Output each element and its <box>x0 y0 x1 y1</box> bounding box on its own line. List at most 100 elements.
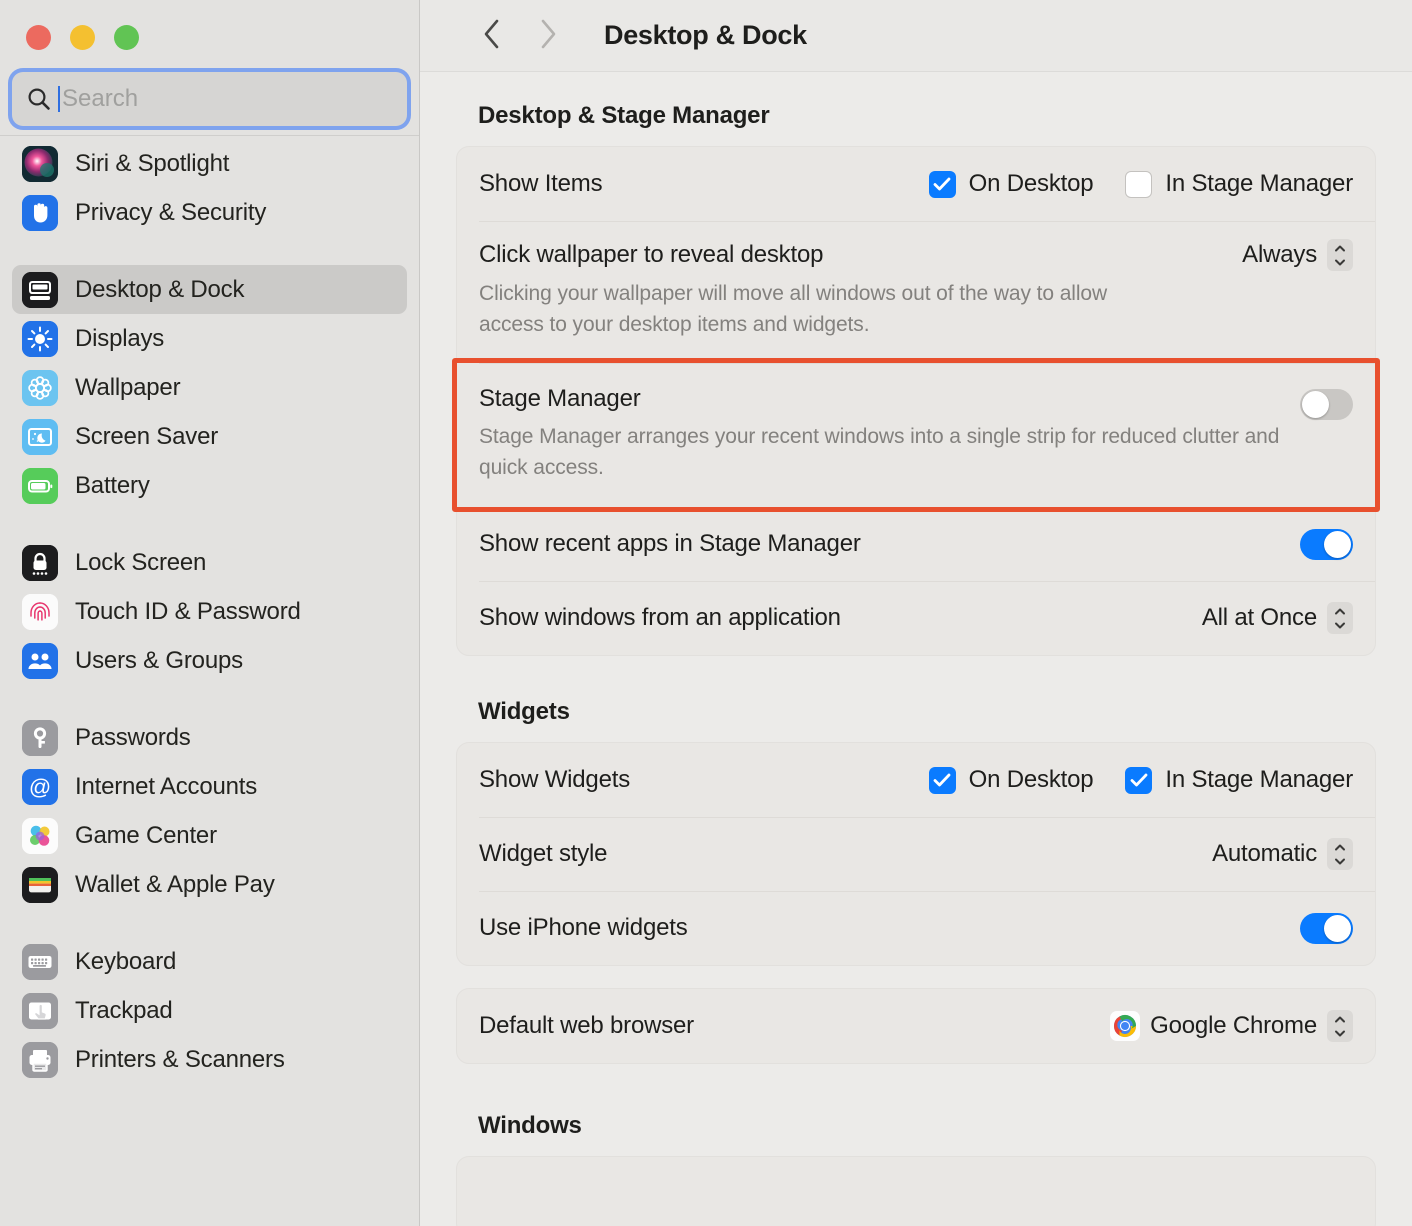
widget-style-popup-button[interactable]: Automatic <box>1212 838 1353 870</box>
popup-value: All at Once <box>1202 604 1317 632</box>
sidebar-item-passwords[interactable]: Passwords <box>12 713 407 762</box>
lock-screen-icon <box>22 545 58 581</box>
sidebar-item-label: Lock Screen <box>75 549 206 577</box>
row-click-wallpaper: Click wallpaper to reveal desktop Always <box>457 221 1375 363</box>
settings-content: Desktop & Stage Manager Show Items On De… <box>420 72 1412 1226</box>
sidebar-group-separator <box>12 685 407 713</box>
sidebar-item-label: Trackpad <box>75 997 173 1025</box>
chevron-updown-icon <box>1327 239 1353 271</box>
back-button[interactable] <box>464 12 520 60</box>
zoom-button[interactable] <box>114 25 139 50</box>
sidebar-item-label: Touch ID & Password <box>75 598 301 626</box>
sidebar-item-screen-saver[interactable]: Screen Saver <box>12 412 407 461</box>
desktop-dock-icon <box>22 272 58 308</box>
displays-icon <box>22 321 58 357</box>
hand-privacy-icon <box>22 195 58 231</box>
show-recent-apps-toggle[interactable] <box>1300 529 1353 560</box>
popup-value: Automatic <box>1212 840 1317 868</box>
checkbox-unchecked-icon <box>1125 171 1152 198</box>
search-icon <box>26 86 52 112</box>
sidebar-item-trackpad[interactable]: Trackpad <box>12 986 407 1035</box>
checkbox-checked-icon <box>929 171 956 198</box>
default-browser-card: Default web browser <box>456 988 1376 1064</box>
sidebar-item-privacy-security[interactable]: Privacy & Security <box>12 188 407 237</box>
minimize-button[interactable] <box>70 25 95 50</box>
wallet-icon <box>22 867 58 903</box>
sidebar-item-displays[interactable]: Displays <box>12 314 407 363</box>
stage-manager-toggle[interactable] <box>1300 389 1353 420</box>
click-wallpaper-popup-button[interactable]: Always <box>1242 239 1353 271</box>
touch-id-icon <box>22 594 58 630</box>
screen-saver-icon <box>22 419 58 455</box>
chevron-updown-icon <box>1327 838 1353 870</box>
search-box[interactable] <box>12 72 407 126</box>
default-browser-popup-button[interactable]: Google Chrome <box>1110 1010 1353 1042</box>
show-items-on-desktop-checkbox[interactable]: On Desktop <box>929 170 1094 198</box>
search-input[interactable] <box>62 85 362 113</box>
widget-style-label: Widget style <box>479 840 607 868</box>
use-iphone-widgets-toggle[interactable] <box>1300 913 1353 944</box>
checkbox-label: In Stage Manager <box>1165 170 1353 198</box>
chrome-icon <box>1110 1011 1140 1041</box>
main-header: Desktop & Dock <box>420 0 1412 72</box>
checkbox-label: On Desktop <box>969 170 1094 198</box>
toggle-knob <box>1324 915 1351 942</box>
show-items-in-stage-manager-checkbox[interactable]: In Stage Manager <box>1125 170 1353 198</box>
widgets-card: Show Widgets On Desktop <box>456 742 1376 966</box>
sidebar-item-label: Siri & Spotlight <box>75 150 229 178</box>
sidebar-item-printers-scanners[interactable]: Printers & Scanners <box>12 1035 407 1084</box>
sidebar-item-lock-screen[interactable]: Lock Screen <box>12 538 407 587</box>
row-show-items: Show Items On Desktop In Stage Manager <box>457 147 1375 221</box>
sidebar-item-touch-id-password[interactable]: Touch ID & Password <box>12 587 407 636</box>
default-web-browser-label: Default web browser <box>479 1012 694 1040</box>
sidebar-item-wallet-apple-pay[interactable]: Wallet & Apple Pay <box>12 860 407 909</box>
sidebar-item-wallpaper[interactable]: Wallpaper <box>12 363 407 412</box>
click-wallpaper-description: Clicking your wallpaper will move all wi… <box>479 279 1159 341</box>
sidebar-item-label: Privacy & Security <box>75 199 266 227</box>
sidebar-group-separator <box>12 510 407 538</box>
section-title-desktop-stage-manager: Desktop & Stage Manager <box>456 72 1376 146</box>
sidebar-item-users-groups[interactable]: Users & Groups <box>12 636 407 685</box>
sidebar-group-separator <box>12 909 407 937</box>
sidebar-item-label: Screen Saver <box>75 423 218 451</box>
sidebar-item-label: Wallpaper <box>75 374 180 402</box>
sidebar-item-label: Game Center <box>75 822 217 850</box>
sidebar-item-desktop-dock[interactable]: Desktop & Dock <box>12 265 407 314</box>
show-widgets-in-stage-manager-checkbox[interactable]: In Stage Manager <box>1125 766 1353 794</box>
sidebar-item-label: Users & Groups <box>75 647 243 675</box>
row-widget-style: Widget style Automatic <box>457 817 1375 891</box>
close-button[interactable] <box>26 25 51 50</box>
toggle-knob <box>1302 391 1329 418</box>
row-default-web-browser: Default web browser <box>457 989 1375 1063</box>
sidebar-item-game-center[interactable]: Game Center <box>12 811 407 860</box>
sidebar-item-battery[interactable]: Battery <box>12 461 407 510</box>
forward-button[interactable] <box>520 12 576 60</box>
chevron-updown-icon <box>1327 1010 1353 1042</box>
users-groups-icon <box>22 643 58 679</box>
section-title-windows: Windows <box>456 1064 1376 1156</box>
game-center-icon <box>22 818 58 854</box>
keyboard-icon <box>22 944 58 980</box>
search-container <box>0 72 419 126</box>
siri-icon <box>22 146 58 182</box>
sidebar-item-keyboard[interactable]: Keyboard <box>12 937 407 986</box>
row-show-widgets: Show Widgets On Desktop <box>457 743 1375 817</box>
row-use-iphone-widgets: Use iPhone widgets <box>457 891 1375 965</box>
checkbox-label: In Stage Manager <box>1165 766 1353 794</box>
sidebar-item-label: Wallet & Apple Pay <box>75 871 275 899</box>
stage-manager-description: Stage Manager arranges your recent windo… <box>479 422 1299 484</box>
trackpad-icon <box>22 993 58 1029</box>
section-title-widgets: Widgets <box>456 656 1376 742</box>
sidebar-item-label: Internet Accounts <box>75 773 257 801</box>
popup-value: Always <box>1242 241 1317 269</box>
sidebar-item-siri-spotlight[interactable]: Siri & Spotlight <box>12 139 407 188</box>
click-wallpaper-label: Click wallpaper to reveal desktop <box>479 241 823 269</box>
sidebar-item-label: Keyboard <box>75 948 176 976</box>
key-passwords-icon <box>22 720 58 756</box>
settings-sidebar: Siri & Spotlight Privacy & Security Desk… <box>0 0 420 1226</box>
show-widgets-on-desktop-checkbox[interactable]: On Desktop <box>929 766 1094 794</box>
popup-value: Google Chrome <box>1150 1012 1317 1040</box>
show-windows-from-application-label: Show windows from an application <box>479 604 841 632</box>
show-windows-popup-button[interactable]: All at Once <box>1202 602 1353 634</box>
sidebar-item-internet-accounts[interactable]: @Internet Accounts <box>12 762 407 811</box>
